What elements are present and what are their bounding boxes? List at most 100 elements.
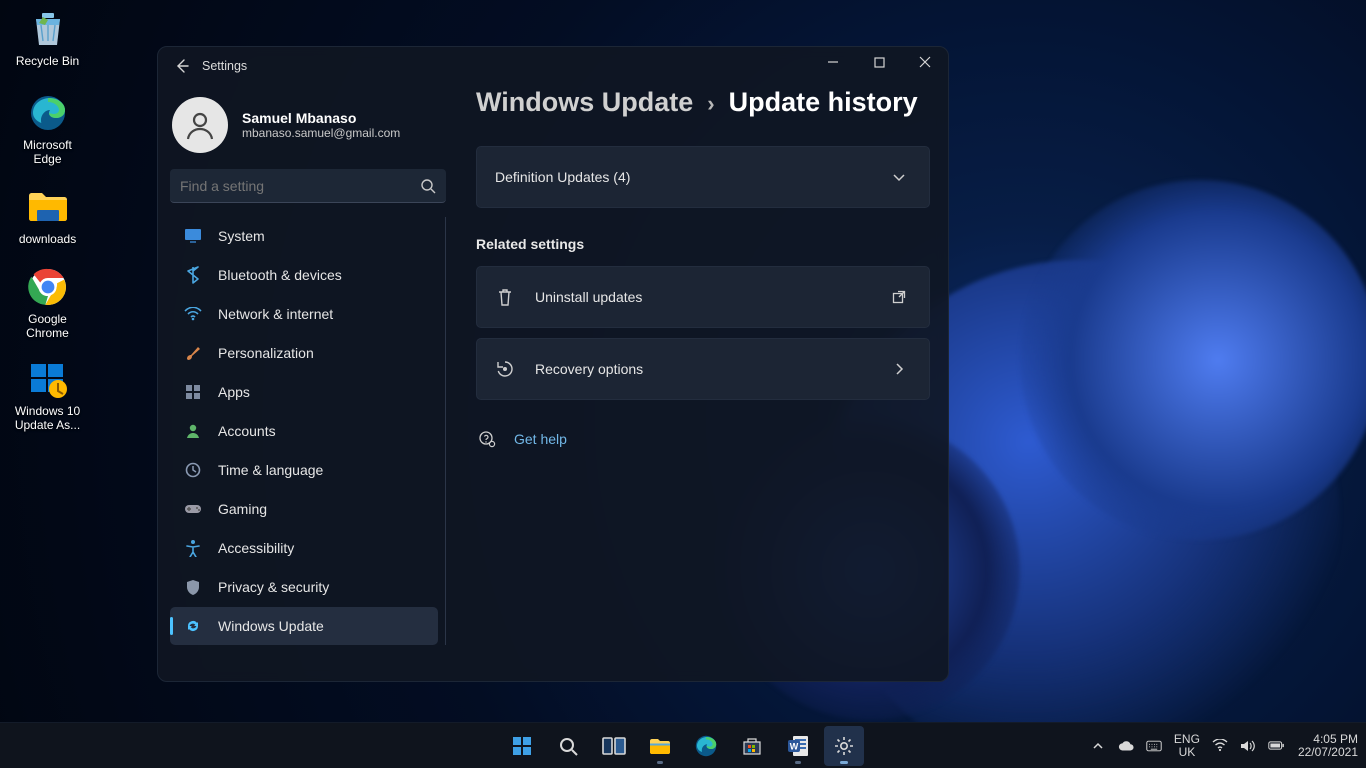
profile[interactable]: Samuel Mbanaso mbanaso.samuel@gmail.com (170, 89, 446, 169)
bluetooth-icon (184, 266, 202, 284)
chevron-right-icon: › (707, 91, 714, 117)
svg-text:W: W (790, 741, 799, 751)
language-indicator[interactable]: ENGUK (1174, 733, 1200, 759)
taskbar-word[interactable]: W (778, 726, 818, 766)
search-icon (420, 178, 436, 194)
gear-icon (833, 735, 855, 757)
nav-system[interactable]: System (170, 217, 438, 255)
minimize-button[interactable] (810, 47, 856, 77)
nav-windows-update[interactable]: Windows Update (170, 607, 438, 645)
update-icon (184, 617, 202, 635)
chevron-down-icon (889, 167, 909, 187)
desktop-icon-update-assistant[interactable]: Windows 10 Update As... (0, 358, 95, 432)
person-icon (184, 109, 216, 141)
shield-icon (184, 578, 202, 596)
taskbar-store[interactable] (732, 726, 772, 766)
apps-icon (184, 383, 202, 401)
nav-time-language[interactable]: Time & language (170, 451, 438, 489)
desktop-icon-chrome[interactable]: Google Chrome (0, 266, 95, 340)
desktop-icons: Recycle Bin Microsoft Edge downloads Goo… (0, 0, 95, 432)
profile-name: Samuel Mbanaso (242, 110, 400, 126)
search-icon (557, 735, 579, 757)
wifi-icon[interactable] (1212, 738, 1228, 754)
card-recovery-options[interactable]: Recovery options (476, 338, 930, 400)
nav-label: Privacy & security (218, 579, 329, 595)
card-uninstall-updates[interactable]: Uninstall updates (476, 266, 930, 328)
sidebar: Samuel Mbanaso mbanaso.samuel@gmail.com … (158, 85, 458, 681)
task-view-button[interactable] (594, 726, 634, 766)
chrome-icon (27, 266, 69, 308)
accessibility-icon (184, 539, 202, 557)
settings-window: Settings Samuel Mbanaso mbanaso.samuel@g… (157, 46, 949, 682)
nav-personalization[interactable]: Personalization (170, 334, 438, 372)
breadcrumb-parent[interactable]: Windows Update (476, 87, 693, 118)
taskbar: W ENGUK 4:05 PM22/07/2021 (0, 722, 1366, 768)
desktop-icon-label: Google Chrome (8, 312, 88, 340)
nav-label: Personalization (218, 345, 314, 361)
help-link[interactable]: Get help (514, 431, 567, 447)
taskbar-edge[interactable] (686, 726, 726, 766)
taskbar-explorer[interactable] (640, 726, 680, 766)
tray-chevron-up-icon[interactable] (1090, 738, 1106, 754)
close-icon (919, 56, 931, 68)
desktop-icon-label: Windows 10 Update As... (8, 404, 88, 432)
desktop-icon-recycle-bin[interactable]: Recycle Bin (0, 8, 95, 68)
maximize-button[interactable] (856, 47, 902, 77)
minimize-icon (827, 56, 839, 68)
nav-network[interactable]: Network & internet (170, 295, 438, 333)
close-button[interactable] (902, 47, 948, 77)
nav: System Bluetooth & devices Network & int… (170, 217, 446, 645)
nav-gaming[interactable]: Gaming (170, 490, 438, 528)
desktop-icon-downloads[interactable]: downloads (0, 186, 95, 246)
search-input[interactable] (180, 178, 420, 194)
nav-accessibility[interactable]: Accessibility (170, 529, 438, 567)
nav-label: Apps (218, 384, 250, 400)
nav-privacy[interactable]: Privacy & security (170, 568, 438, 606)
nav-apps[interactable]: Apps (170, 373, 438, 411)
task-view-icon (602, 736, 626, 756)
wifi-icon (184, 305, 202, 323)
desktop-icon-label: Microsoft Edge (8, 138, 88, 166)
card-definition-updates[interactable]: Definition Updates (4) (476, 146, 930, 208)
help-icon (478, 430, 496, 448)
card-label: Uninstall updates (535, 289, 642, 305)
gamepad-icon (184, 500, 202, 518)
profile-email: mbanaso.samuel@gmail.com (242, 126, 400, 140)
content: Windows Update › Update history Definiti… (458, 85, 948, 681)
monitor-icon (184, 227, 202, 245)
onedrive-icon[interactable] (1118, 738, 1134, 754)
desktop-icon-label: downloads (19, 232, 76, 246)
get-help[interactable]: Get help (476, 430, 930, 448)
windows-update-assist-icon (27, 358, 69, 400)
taskbar-settings[interactable] (824, 726, 864, 766)
folder-icon (648, 736, 672, 756)
breadcrumb: Windows Update › Update history (476, 87, 930, 118)
arrow-left-icon (174, 58, 190, 74)
edge-icon (27, 92, 69, 134)
taskbar-search[interactable] (548, 726, 588, 766)
windows-icon (511, 735, 533, 757)
nav-label: Bluetooth & devices (218, 267, 342, 283)
back-button[interactable] (166, 52, 198, 80)
chevron-right-icon (889, 359, 909, 379)
word-icon: W (786, 734, 810, 758)
titlebar[interactable]: Settings (158, 47, 948, 85)
page-title: Update history (729, 87, 918, 118)
external-link-icon (889, 287, 909, 307)
battery-icon[interactable] (1268, 738, 1284, 754)
desktop-icon-edge[interactable]: Microsoft Edge (0, 92, 95, 166)
store-icon (741, 735, 763, 757)
nav-accounts[interactable]: Accounts (170, 412, 438, 450)
nav-bluetooth[interactable]: Bluetooth & devices (170, 256, 438, 294)
brush-icon (184, 344, 202, 362)
maximize-icon (874, 57, 885, 68)
avatar (172, 97, 228, 153)
nav-label: Windows Update (218, 618, 324, 634)
start-button[interactable] (502, 726, 542, 766)
volume-icon[interactable] (1240, 738, 1256, 754)
keyboard-icon[interactable] (1146, 738, 1162, 754)
taskbar-center: W (502, 726, 864, 766)
account-icon (184, 422, 202, 440)
search-box[interactable] (170, 169, 446, 203)
clock[interactable]: 4:05 PM22/07/2021 (1298, 733, 1358, 759)
